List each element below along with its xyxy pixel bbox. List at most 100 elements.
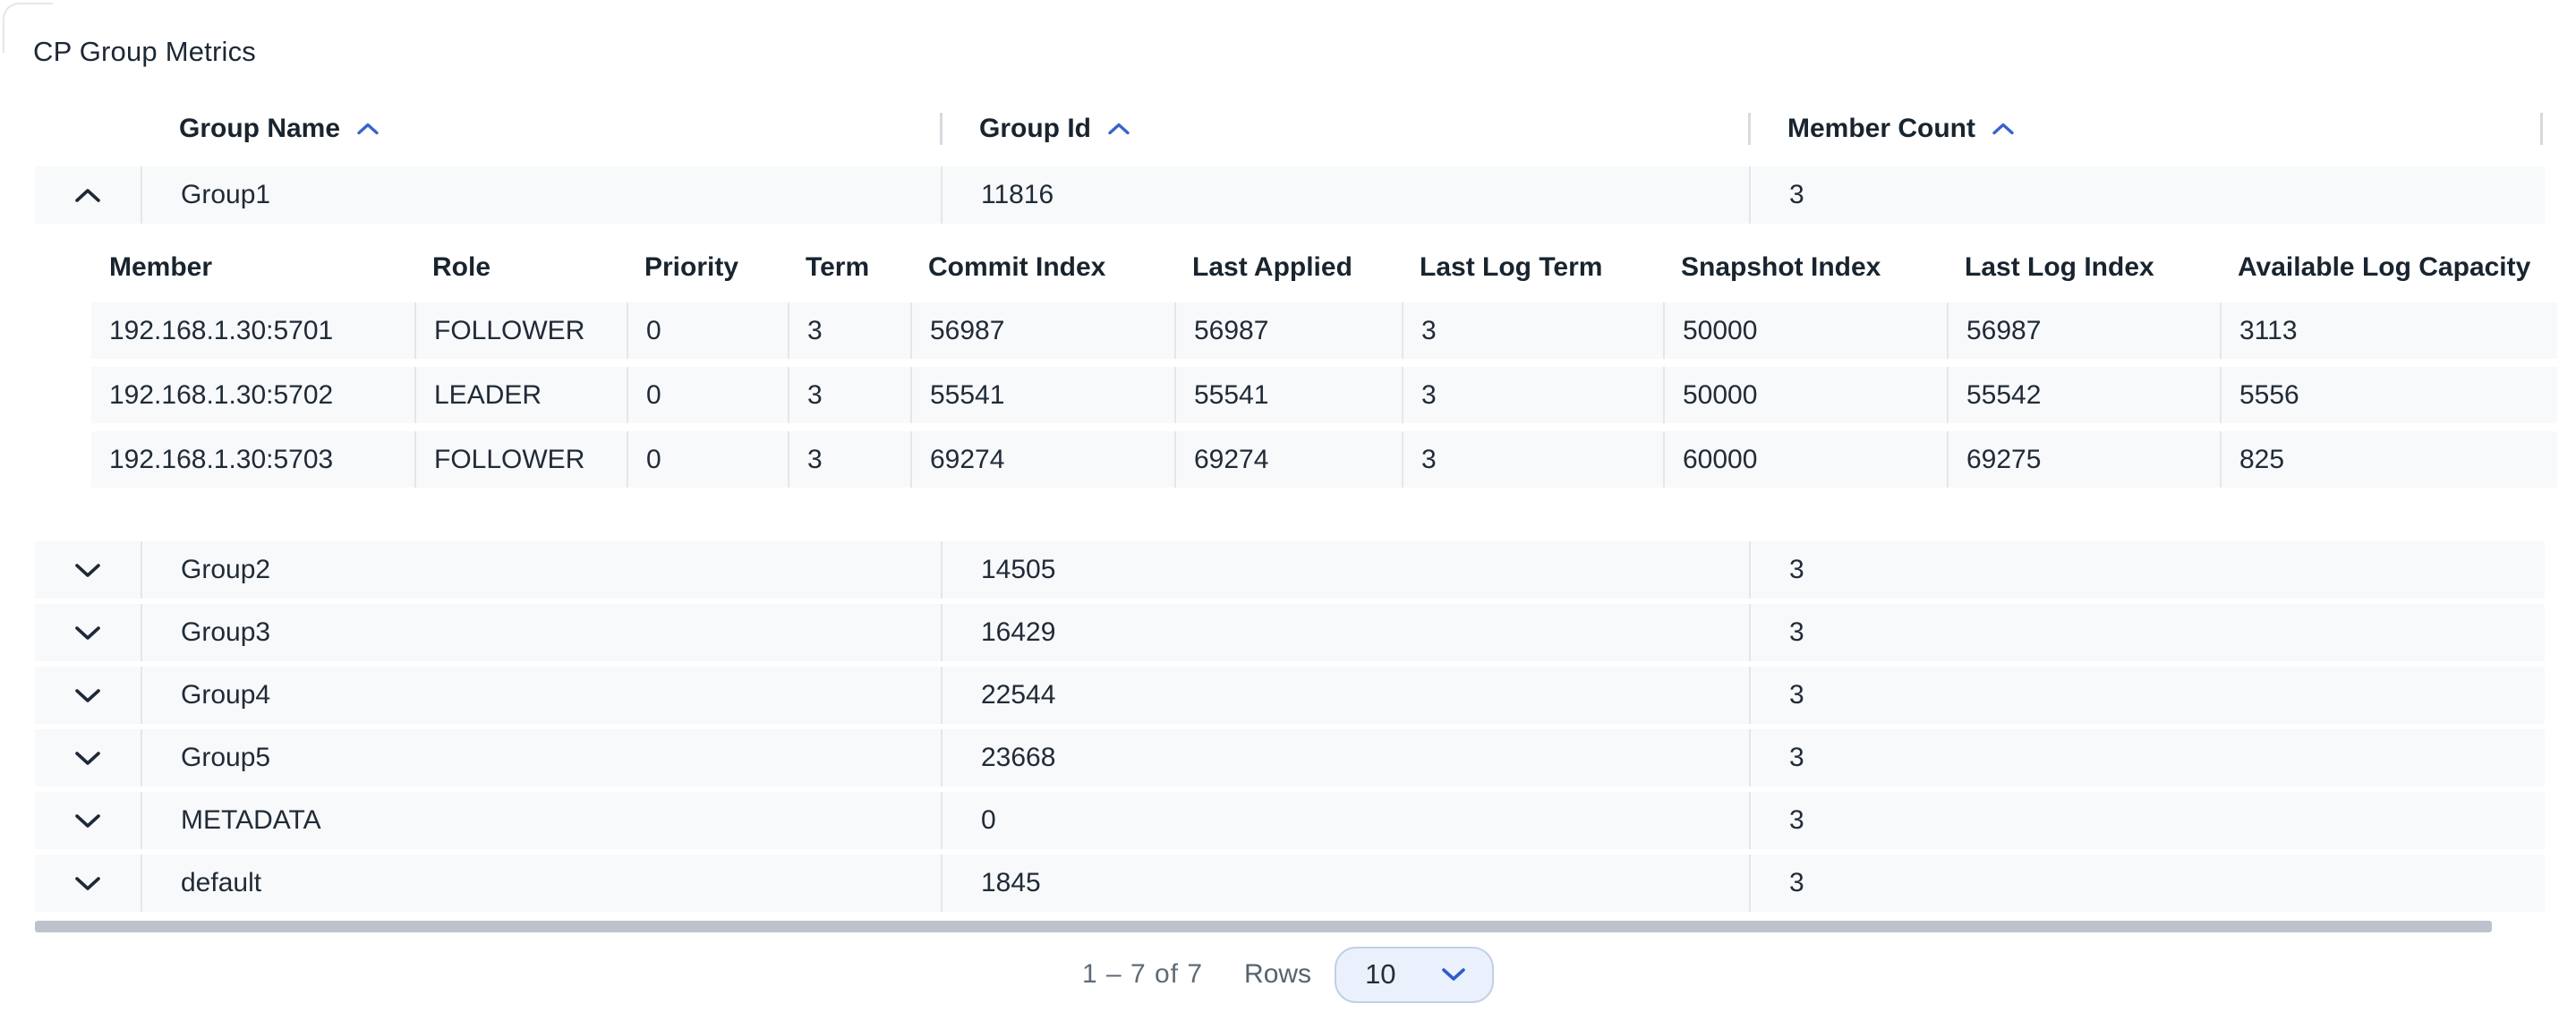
column-header-label: Group Name [179, 114, 340, 144]
group-name-cell: Group3 [141, 604, 941, 661]
group-name-cell: Group2 [141, 541, 941, 599]
group-row[interactable]: default 1845 3 [35, 855, 2545, 912]
member-cell: LEADER [414, 367, 627, 423]
member-cell: 0 [627, 302, 788, 359]
group-row[interactable]: Group3 16429 3 [35, 604, 2545, 661]
member-cell: 3 [1402, 367, 1663, 423]
member-cell: 60000 [1663, 431, 1947, 488]
member-table-header-row: MemberRolePriorityTermCommit IndexLast A… [91, 233, 2557, 302]
column-header-label: Member Count [1787, 114, 1975, 144]
member-cell: 55541 [910, 367, 1174, 423]
group-name-cell: Group4 [141, 667, 941, 724]
group-name-cell: default [141, 855, 941, 912]
column-header-member-count[interactable]: Member Count [1749, 103, 2545, 154]
rows-per-page-label: Rows [1244, 959, 1311, 990]
expander-column-header [35, 103, 141, 154]
member-cell: 56987 [1947, 302, 2220, 359]
member-cell: FOLLOWER [414, 302, 627, 359]
group-id-cell: 11816 [941, 166, 1749, 224]
member-cell: 69274 [1174, 431, 1402, 488]
member-cell: 3 [788, 302, 910, 359]
member-cell: 3 [1402, 431, 1663, 488]
member-cell: 5556 [2220, 367, 2557, 423]
member-column-header: Term [788, 252, 910, 283]
member-cell: 192.168.1.30:5703 [91, 431, 414, 488]
collapsed-group-rows: Group2 14505 3 Group3 16429 3 Group4 225… [35, 541, 2545, 912]
group-id-cell: 22544 [941, 667, 1749, 724]
group-row[interactable]: Group2 14505 3 [35, 541, 2545, 599]
member-column-header: Last Log Term [1402, 252, 1663, 283]
member-count-cell: 3 [1749, 166, 2545, 224]
expand-row-chevron-down-icon[interactable] [73, 625, 102, 642]
expand-row-chevron-down-icon[interactable] [73, 562, 102, 579]
member-count-cell: 3 [1749, 541, 2545, 599]
member-column-header: Snapshot Index [1663, 252, 1947, 283]
expand-row-chevron-down-icon[interactable] [73, 812, 102, 829]
expand-row-chevron-down-icon[interactable] [73, 875, 102, 892]
member-count-cell: 3 [1749, 604, 2545, 661]
member-row: 192.168.1.30:5701FOLLOWER035698756987350… [91, 302, 2557, 359]
member-cell: 192.168.1.30:5702 [91, 367, 414, 423]
member-count-cell: 3 [1749, 792, 2545, 849]
group-id-cell: 1845 [941, 855, 1749, 912]
group-id-cell: 14505 [941, 541, 1749, 599]
page-title: CP Group Metrics [33, 36, 256, 68]
sort-ascending-icon[interactable] [356, 122, 380, 136]
group-id-cell: 16429 [941, 604, 1749, 661]
rows-per-page-value: 10 [1365, 958, 1395, 991]
member-cell: 50000 [1663, 367, 1947, 423]
member-cell: 55542 [1947, 367, 2220, 423]
member-cell: 3 [1402, 302, 1663, 359]
member-cell: 825 [2220, 431, 2557, 488]
member-cell: 56987 [1174, 302, 1402, 359]
rows-per-page-select[interactable]: 10 [1335, 947, 1494, 1003]
column-header-group-name[interactable]: Group Name [141, 103, 941, 154]
member-column-header: Priority [627, 252, 788, 283]
column-header-group-id[interactable]: Group Id [941, 103, 1749, 154]
expand-row-chevron-down-icon[interactable] [73, 687, 102, 704]
member-cell: 192.168.1.30:5701 [91, 302, 414, 359]
member-row: 192.168.1.30:5702LEADER03555415554135000… [91, 367, 2557, 423]
group-row-expanded[interactable]: Group1 11816 3 [35, 166, 2545, 224]
member-count-cell: 3 [1749, 855, 2545, 912]
group-name-cell: METADATA [141, 792, 941, 849]
member-cell: 3 [788, 367, 910, 423]
member-column-header: Member [91, 252, 414, 283]
member-column-header: Role [414, 252, 627, 283]
group-name-cell: Group5 [141, 729, 941, 787]
sort-ascending-icon[interactable] [1107, 122, 1130, 136]
horizontal-scrollbar-thumb[interactable] [35, 921, 2492, 932]
group-id-cell: 23668 [941, 729, 1749, 787]
member-cell: 56987 [910, 302, 1174, 359]
member-row: 192.168.1.30:5703FOLLOWER036927469274360… [91, 431, 2557, 488]
member-count-cell: 3 [1749, 667, 2545, 724]
member-cell: 0 [627, 367, 788, 423]
member-count-cell: 3 [1749, 729, 2545, 787]
expand-row-chevron-down-icon[interactable] [73, 750, 102, 767]
member-rows: 192.168.1.30:5701FOLLOWER035698756987350… [91, 302, 2557, 488]
group-row[interactable]: METADATA 0 3 [35, 792, 2545, 849]
group-id-cell: 0 [941, 792, 1749, 849]
table-header-row: Group Name Group Id Member Count [35, 103, 2545, 154]
group-members-detail: MemberRolePriorityTermCommit IndexLast A… [91, 233, 2557, 488]
member-column-header: Last Applied [1174, 252, 1402, 283]
member-cell: 69275 [1947, 431, 2220, 488]
next-column-separator [2540, 113, 2543, 145]
column-header-label: Group Id [979, 114, 1091, 144]
member-cell: FOLLOWER [414, 431, 627, 488]
member-cell: 55541 [1174, 367, 1402, 423]
cp-group-metrics-table: Group Name Group Id Member Count Group1 … [35, 103, 2545, 917]
collapse-row-chevron-up-icon[interactable] [73, 187, 102, 204]
member-cell: 69274 [910, 431, 1174, 488]
group-name-cell: Group1 [141, 166, 941, 224]
member-column-header: Last Log Index [1947, 252, 2220, 283]
group-row[interactable]: Group4 22544 3 [35, 667, 2545, 724]
pagination-range-label: 1 – 7 of 7 [1082, 959, 1203, 990]
group-row[interactable]: Group5 23668 3 [35, 729, 2545, 787]
pagination-bar: 1 – 7 of 7 Rows 10 [0, 945, 2576, 1004]
member-column-header: Available Log Capacity [2220, 252, 2557, 283]
sort-ascending-icon[interactable] [1992, 122, 2015, 136]
member-cell: 3113 [2220, 302, 2557, 359]
member-column-header: Commit Index [910, 252, 1174, 283]
member-cell: 50000 [1663, 302, 1947, 359]
